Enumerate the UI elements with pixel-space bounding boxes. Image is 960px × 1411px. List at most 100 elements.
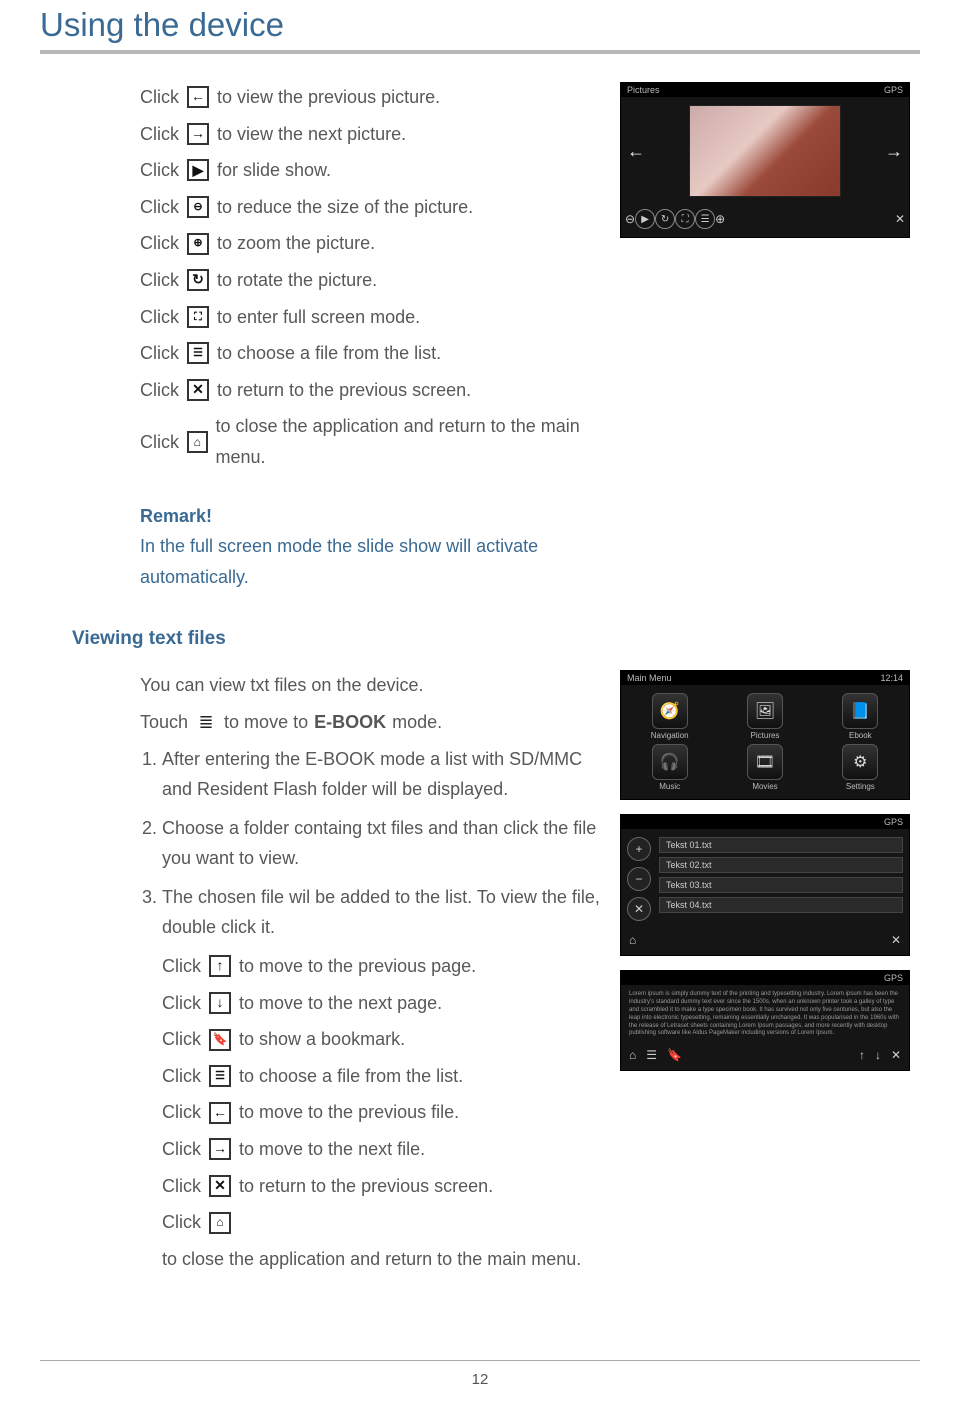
page-number: 12 <box>0 1371 960 1388</box>
figure-title: Main Menu <box>627 673 672 683</box>
zoom-in-icon: ⊕ <box>715 212 725 226</box>
page-down-icon: ↓ <box>875 1048 881 1062</box>
arrow-right-icon: → <box>187 123 209 145</box>
pictures-instructions: Click←to view the previous picture. Clic… <box>40 82 600 592</box>
close-icon: ✕ <box>891 933 901 947</box>
figure-right-label: GPS <box>884 973 903 983</box>
bookmark-icon: 🔖 <box>209 1029 231 1051</box>
arrow-right-icon: → <box>209 1138 231 1160</box>
menu-label: Movies <box>725 782 805 791</box>
figure-picture-viewer: Pictures GPS ← → ⊖ ▶ ↻ ⛶ ☰ ⊕ ✕ <box>620 82 910 238</box>
menu-label: Pictures <box>725 731 805 740</box>
text: to zoom the picture. <box>217 228 375 259</box>
text: to view the previous picture. <box>217 82 440 113</box>
music-icon: 🎧 <box>652 744 688 780</box>
text: to move to the next page. <box>239 988 442 1019</box>
footer-rule <box>40 1360 920 1361</box>
zoom-out-icon: ⊖ <box>187 196 209 218</box>
home-icon: ⌂ <box>187 431 208 453</box>
text: to return to the previous screen. <box>239 1171 493 1202</box>
figure-file-list: GPS + − ✕ Tekst 01.txt Tekst 02.txt Teks… <box>620 814 910 956</box>
text: Click <box>140 82 179 113</box>
step: After entering the E-BOOK mode a list wi… <box>162 744 600 805</box>
text: to enter full screen mode. <box>217 302 420 333</box>
textfiles-instructions: You can view txt files on the device. To… <box>40 670 600 1274</box>
close-icon: ✕ <box>895 212 905 226</box>
file-list-icon: ☰ <box>646 1048 657 1062</box>
text: to move to the previous file. <box>239 1097 459 1128</box>
figure-clock: 12:14 <box>880 673 903 683</box>
text: Click <box>162 988 201 1019</box>
play-icon: ▶ <box>635 209 655 229</box>
figure-right-label: GPS <box>884 817 903 827</box>
text: to return to the previous screen. <box>217 375 471 406</box>
ebook-icon: 📘 <box>842 693 878 729</box>
navigation-icon: 🧭 <box>652 693 688 729</box>
text: for slide show. <box>217 155 331 186</box>
figure-title: Pictures <box>627 85 660 95</box>
text: Click <box>140 155 179 186</box>
file-list-icon: ☰ <box>695 209 715 229</box>
close-icon: ✕ <box>209 1175 231 1197</box>
figure-right-label: GPS <box>884 85 903 95</box>
text: Click <box>140 192 179 223</box>
prev-arrow-icon: ← <box>627 141 645 162</box>
arrow-left-icon: ← <box>209 1102 231 1124</box>
text: to close the application and return to t… <box>162 1244 581 1275</box>
menu-label: Music <box>630 782 710 791</box>
text: You can view txt files on the device. <box>140 670 424 701</box>
text: mode. <box>392 707 442 738</box>
title-rule <box>40 50 920 54</box>
page-title: Using the device <box>40 6 920 44</box>
text: to rotate the picture. <box>217 265 377 296</box>
menu-label: Ebook <box>820 731 900 740</box>
pictures-icon: 🖼 <box>747 693 783 729</box>
photo-placeholder <box>689 105 841 197</box>
file-list-icon: ☰ <box>187 342 209 364</box>
close-icon: ✕ <box>891 1048 901 1062</box>
fullscreen-icon: ⛶ <box>675 209 695 229</box>
page-up-icon: ↑ <box>859 1048 865 1062</box>
text: Click <box>140 228 179 259</box>
rotate-icon: ↻ <box>655 209 675 229</box>
home-icon: ⌂ <box>209 1212 231 1234</box>
home-icon: ⌂ <box>629 1048 636 1062</box>
text: Click <box>140 375 179 406</box>
remark-label: Remark! <box>140 501 600 532</box>
text: Click <box>162 1061 201 1092</box>
delete-icon: ✕ <box>627 897 651 921</box>
file-list-icon: ☰ <box>209 1065 231 1087</box>
text: Click <box>162 1097 201 1128</box>
step: The chosen file wil be added to the list… <box>162 882 600 943</box>
figure-main-menu: Main Menu 12:14 🧭Navigation 🖼Pictures 📘E… <box>620 670 910 800</box>
menu-label: Settings <box>820 782 900 791</box>
remark-text: In the full screen mode the slide show w… <box>140 531 600 592</box>
figure-reader: GPS Lorem ipsum is simply dummy text of … <box>620 970 910 1071</box>
fullscreen-icon: ⛶ <box>187 306 209 328</box>
file-row: Tekst 02.txt <box>659 857 903 873</box>
ebook-icon: ≣ <box>196 712 216 732</box>
text: to reduce the size of the picture. <box>217 192 473 223</box>
text: Click <box>140 427 179 458</box>
text: Click <box>162 1207 201 1238</box>
file-row: Tekst 03.txt <box>659 877 903 893</box>
remove-icon: − <box>627 867 651 891</box>
settings-icon: ⚙ <box>842 744 878 780</box>
text: to show a bookmark. <box>239 1024 405 1055</box>
file-row: Tekst 01.txt <box>659 837 903 853</box>
text: Click <box>140 302 179 333</box>
close-icon: ✕ <box>187 379 209 401</box>
home-icon: ⌂ <box>629 933 636 947</box>
movies-icon: 🎞 <box>747 744 783 780</box>
step: Choose a folder containg txt files and t… <box>162 813 600 874</box>
page-up-icon: ↑ <box>209 955 231 977</box>
add-icon: + <box>627 837 651 861</box>
ebook-label: E-BOOK <box>314 707 386 738</box>
text: Click <box>140 265 179 296</box>
reader-text: Lorem ipsum is simply dummy text of the … <box>621 985 909 1044</box>
text: Click <box>162 951 201 982</box>
text: to move to <box>224 707 308 738</box>
zoom-in-icon: ⊕ <box>187 233 209 255</box>
text: to move to the next file. <box>239 1134 425 1165</box>
text: Click <box>162 1134 201 1165</box>
